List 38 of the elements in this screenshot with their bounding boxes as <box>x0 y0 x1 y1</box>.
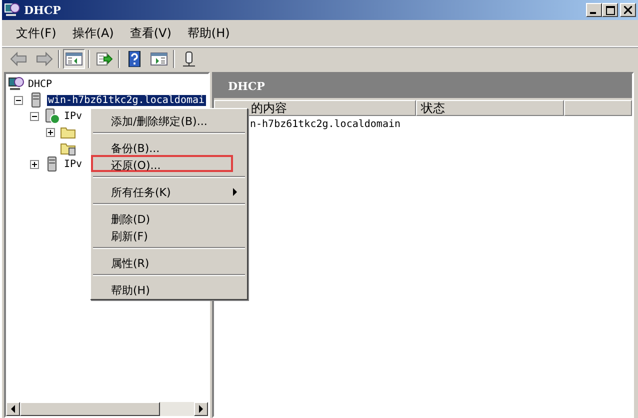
menu-item[interactable]: 文件(F) <box>8 24 64 42</box>
tree-pane-icon[interactable] <box>63 49 85 69</box>
menu-item[interactable]: 删除(D) <box>91 209 247 226</box>
tree-item[interactable]: win-h7bz61tkc2g.localdomai <box>47 94 206 106</box>
menu-item[interactable]: 还原(O)... <box>91 155 233 172</box>
close-button[interactable] <box>620 3 636 17</box>
expand-toggle[interactable] <box>30 160 39 168</box>
menu-item[interactable]: 属性(R) <box>91 253 247 270</box>
maximize-button[interactable] <box>602 3 618 17</box>
menu-item[interactable]: 所有任务(K) <box>91 182 247 199</box>
tree-item[interactable]: IPv <box>63 110 84 122</box>
list-item[interactable]: n-h7bz61tkc2g.localdomain <box>250 118 401 130</box>
close-icon <box>624 6 632 14</box>
submenu-arrow-icon <box>233 188 237 196</box>
pane-title: DHCP <box>228 80 265 92</box>
scrollbar-thumb[interactable] <box>20 402 160 416</box>
minimize-button[interactable] <box>586 3 602 17</box>
window-title: DHCP <box>24 4 61 16</box>
menu-item[interactable]: 备份(B)... <box>91 138 247 155</box>
scroll-left-button[interactable] <box>6 402 20 416</box>
tree-item[interactable]: DHCP <box>27 78 54 90</box>
right-arrow-icon <box>198 405 204 413</box>
dhcp-icon <box>4 2 20 18</box>
expand-toggle[interactable] <box>30 112 39 120</box>
tree-item[interactable]: IPv <box>63 158 84 170</box>
column-header[interactable]: 状态 <box>416 100 564 116</box>
menu-item[interactable]: 帮助(H) <box>179 24 238 42</box>
expand-toggle[interactable] <box>14 96 23 104</box>
menu-item[interactable]: 刷新(F) <box>91 226 247 243</box>
menu-item[interactable]: 查看(V) <box>122 24 180 42</box>
column-header[interactable] <box>564 100 632 116</box>
menu-item[interactable]: 操作(A) <box>64 24 122 42</box>
scroll-right-button[interactable] <box>194 402 208 416</box>
expand-toggle[interactable] <box>46 128 55 136</box>
dhcp-icon <box>8 76 24 92</box>
menu-item[interactable]: 帮助(H) <box>91 280 247 297</box>
left-arrow-icon <box>10 405 16 413</box>
maximize-icon <box>606 6 614 14</box>
